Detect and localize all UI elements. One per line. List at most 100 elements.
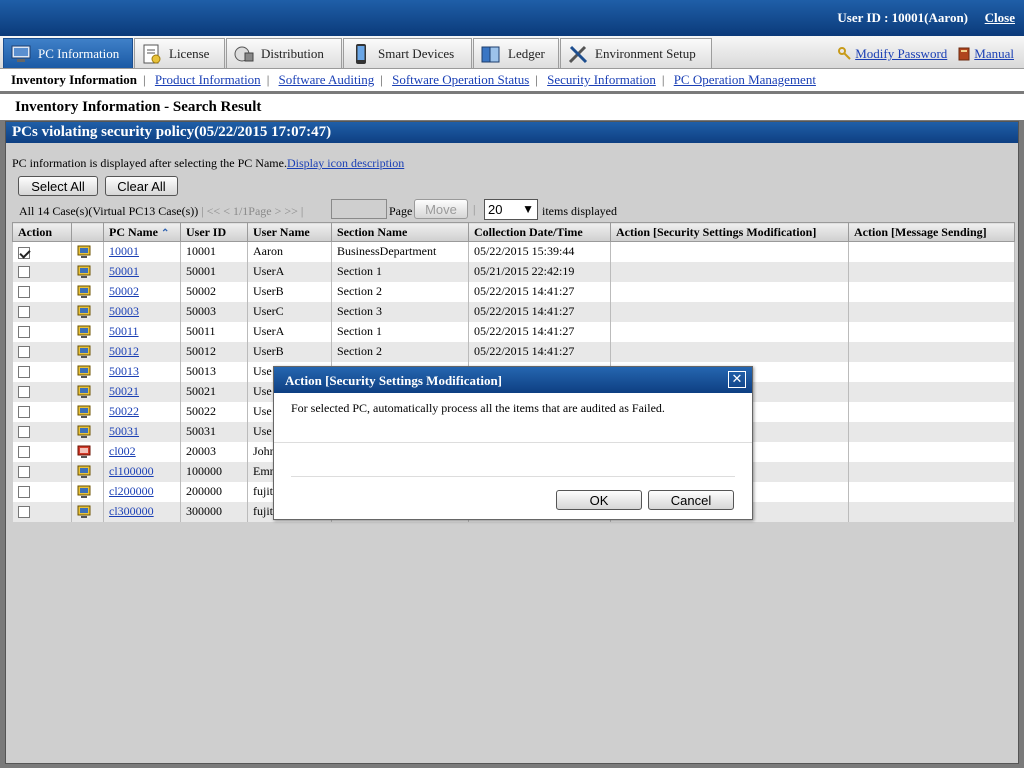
cancel-button[interactable]: Cancel <box>648 490 734 510</box>
row-checkbox-cell <box>12 261 72 282</box>
virtual-pc-icon <box>77 304 91 319</box>
row-icon-cell <box>71 301 104 322</box>
tab-pc-information[interactable]: PC Information <box>3 38 133 68</box>
row-checkbox[interactable] <box>17 406 30 419</box>
physical-pc-icon <box>77 444 91 459</box>
close-icon[interactable]: ✕ <box>728 371 746 388</box>
pc-name-link-cell: 50022 <box>103 401 181 422</box>
pc-name-link[interactable]: 50021 <box>109 384 139 398</box>
section-name-cell: Section 3 <box>331 301 469 322</box>
user-id-cell: 50012 <box>180 341 248 362</box>
subnav-security-information[interactable]: Security Information <box>547 72 656 87</box>
key-icon <box>838 47 851 60</box>
col-user-name: User Name <box>247 222 332 242</box>
manual-link[interactable]: Manual <box>974 46 1014 62</box>
subnav-software-auditing[interactable]: Software Auditing <box>279 72 375 87</box>
pc-name-link[interactable]: 50002 <box>109 284 139 298</box>
row-checkbox-cell <box>12 401 72 422</box>
hint-message: PC information is displayed after select… <box>12 156 287 170</box>
action-message-cell <box>848 461 1015 482</box>
virtual-pc-icon <box>77 464 91 479</box>
page-number-input[interactable] <box>331 199 387 219</box>
tab-smart-devices[interactable]: Smart Devices <box>343 38 472 68</box>
pc-name-link[interactable]: 50022 <box>109 404 139 418</box>
col-user-id: User ID <box>180 222 248 242</box>
row-checkbox[interactable] <box>17 286 30 299</box>
row-checkbox[interactable] <box>17 446 30 459</box>
subnav-product-information[interactable]: Product Information <box>155 72 261 87</box>
user-id-cell: 50001 <box>180 261 248 282</box>
user-name-cell: UserB <box>247 281 332 302</box>
clear-all-button[interactable]: Clear All <box>105 176 178 196</box>
row-icon-cell <box>71 481 104 502</box>
row-checkbox[interactable] <box>17 246 30 259</box>
pc-name-link[interactable]: 10001 <box>109 244 139 258</box>
row-checkbox-cell <box>12 281 72 302</box>
dialog-title: Action [Security Settings Modification] <box>274 367 752 393</box>
row-checkbox[interactable] <box>17 326 30 339</box>
row-checkbox[interactable] <box>17 506 30 519</box>
row-icon-cell <box>71 321 104 342</box>
table-row: 50011 50011 UserA Section 1 05/22/2015 14:41… <box>12 321 1015 342</box>
pc-name-link[interactable]: cl200000 <box>109 484 154 498</box>
action-security-cell <box>610 241 849 262</box>
pc-name-link[interactable]: 50012 <box>109 344 139 358</box>
row-checkbox[interactable] <box>17 486 30 499</box>
table-row: 10001 10001 Aaron BusinessDepartment 05/22/2… <box>12 241 1015 262</box>
row-checkbox-cell <box>12 241 72 262</box>
pager: All 14 Case(s)(Virtual PC13 Case(s)) | <… <box>19 204 304 218</box>
user-id-cell: 50003 <box>180 301 248 322</box>
items-displayed-label: items displayed <box>542 204 617 218</box>
hint-text: PC information is displayed after select… <box>12 156 404 171</box>
row-checkbox-cell <box>12 321 72 342</box>
pc-name-link[interactable]: 50031 <box>109 424 139 438</box>
pc-name-link[interactable]: 50003 <box>109 304 139 318</box>
row-checkbox[interactable] <box>17 386 30 399</box>
modify-password-link[interactable]: Modify Password <box>855 46 947 62</box>
pc-name-link[interactable]: 50013 <box>109 364 139 378</box>
select-all-button[interactable]: Select All <box>18 176 98 196</box>
header-right-links: Modify Password Manual <box>828 46 1014 62</box>
tab-label: Environment Setup <box>595 45 696 61</box>
subnav-pc-operation-management[interactable]: PC Operation Management <box>674 72 816 87</box>
subnav-software-operation-status[interactable]: Software Operation Status <box>392 72 529 87</box>
row-checkbox[interactable] <box>17 346 30 359</box>
table-row: 50003 50003 UserC Section 3 05/22/2015 14:41… <box>12 301 1015 322</box>
pc-name-link[interactable]: 50001 <box>109 264 139 278</box>
close-link[interactable]: Close <box>985 10 1015 26</box>
main-tab-bar: PC Information License Distribution Smar… <box>0 36 1024 69</box>
tab-license[interactable]: License <box>134 38 225 68</box>
col-section-name: Section Name <box>331 222 469 242</box>
row-checkbox[interactable] <box>17 266 30 279</box>
page-navigation[interactable]: << < 1/1Page > >> <box>207 204 298 218</box>
action-security-cell <box>610 281 849 302</box>
top-header: User ID : 10001(Aaron) Close <box>0 0 1024 36</box>
tab-environment-setup[interactable]: Environment Setup <box>560 38 712 68</box>
row-checkbox[interactable] <box>17 366 30 379</box>
tab-distribution[interactable]: Distribution <box>226 38 342 68</box>
collection-date-cell: 05/22/2015 14:41:27 <box>468 341 611 362</box>
display-icon-description-link[interactable]: Display icon description <box>287 156 404 170</box>
row-checkbox[interactable] <box>17 466 30 479</box>
row-checkbox[interactable] <box>17 426 30 439</box>
collection-date-cell: 05/22/2015 14:41:27 <box>468 321 611 342</box>
items-per-page-select[interactable]: 20 ▼ <box>484 199 538 220</box>
row-checkbox[interactable] <box>17 306 30 319</box>
subnav-current-inventory: Inventory Information <box>11 72 138 87</box>
pc-name-link[interactable]: cl002 <box>109 444 136 458</box>
user-id-cell: 200000 <box>180 481 248 502</box>
ok-button[interactable]: OK <box>556 490 642 510</box>
row-icon-cell <box>71 501 104 522</box>
virtual-pc-icon <box>77 424 91 439</box>
user-id-cell: 50013 <box>180 361 248 382</box>
virtual-pc-icon <box>77 504 91 519</box>
pc-name-link-cell: 50031 <box>103 421 181 442</box>
pc-name-link[interactable]: cl300000 <box>109 504 154 518</box>
col-collection-date: Collection Date/Time <box>468 222 611 242</box>
pc-name-link[interactable]: 50011 <box>109 324 139 338</box>
move-button[interactable]: Move <box>414 199 468 219</box>
col-pc-name[interactable]: PC Name ⌃ <box>103 222 181 242</box>
pc-name-link[interactable]: cl100000 <box>109 464 154 478</box>
tab-ledger[interactable]: Ledger <box>473 38 559 68</box>
row-checkbox-cell <box>12 441 72 462</box>
